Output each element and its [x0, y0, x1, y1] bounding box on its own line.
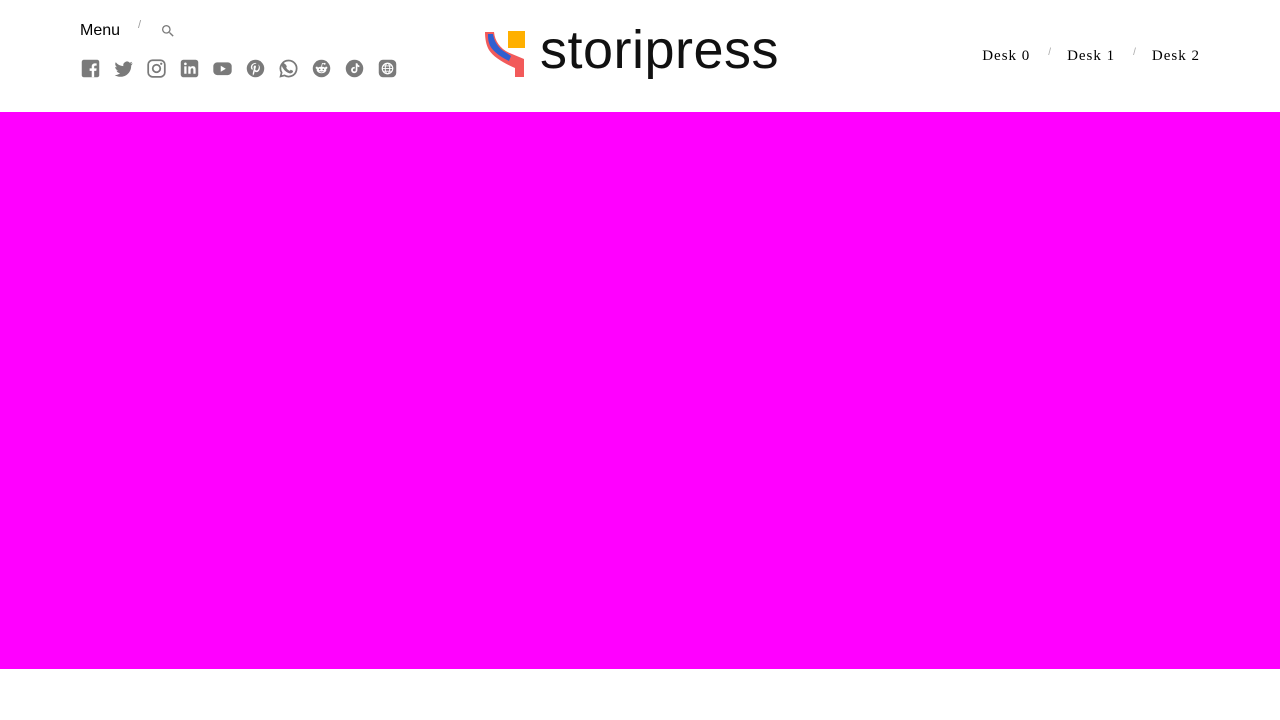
tiktok-link[interactable]	[344, 58, 365, 79]
site-header: Menu / storipress Desk 0 / Desk 1 / Desk…	[0, 0, 1280, 112]
facebook-link[interactable]	[80, 58, 101, 79]
reddit-link[interactable]	[311, 58, 332, 79]
twitter-icon	[114, 61, 133, 77]
twitter-link[interactable]	[113, 58, 134, 79]
storipress-logo-icon	[485, 31, 525, 77]
instagram-icon	[147, 59, 166, 78]
site-logo[interactable]: storipress	[482, 20, 800, 86]
desk-navigation: Desk 0 / Desk 1 / Desk 2	[982, 45, 1200, 67]
search-icon	[162, 25, 174, 37]
whatsapp-link[interactable]	[278, 58, 299, 79]
instagram-link[interactable]	[146, 58, 167, 79]
nav-desk-0[interactable]: Desk 0	[982, 46, 1030, 66]
pinterest-icon	[246, 59, 265, 78]
nav-separator: /	[1048, 47, 1052, 58]
nav-desk-1[interactable]: Desk 1	[1067, 46, 1115, 66]
menu-button[interactable]: Menu	[80, 21, 120, 41]
linkedin-icon	[180, 59, 199, 78]
social-links	[80, 58, 410, 80]
whatsapp-icon	[279, 59, 298, 78]
page: Menu / storipress Desk 0 / Desk 1 / Desk…	[0, 0, 1280, 720]
menu-row: Menu /	[80, 19, 280, 42]
search-button[interactable]	[160, 23, 176, 39]
website-link[interactable]	[377, 58, 398, 79]
pinterest-link[interactable]	[245, 58, 266, 79]
youtube-link[interactable]	[212, 58, 233, 79]
logo-wordmark: storipress	[540, 20, 780, 80]
hero-banner	[0, 112, 1280, 669]
globe-icon	[378, 59, 397, 78]
header-left: Menu /	[80, 19, 410, 84]
menu-separator: /	[138, 19, 142, 31]
facebook-icon	[81, 59, 100, 78]
nav-separator: /	[1133, 47, 1136, 58]
nav-desk-2[interactable]: Desk 2	[1152, 46, 1200, 66]
youtube-icon	[213, 62, 232, 76]
reddit-icon	[312, 59, 331, 78]
tiktok-icon	[345, 59, 364, 78]
linkedin-link[interactable]	[179, 58, 200, 79]
